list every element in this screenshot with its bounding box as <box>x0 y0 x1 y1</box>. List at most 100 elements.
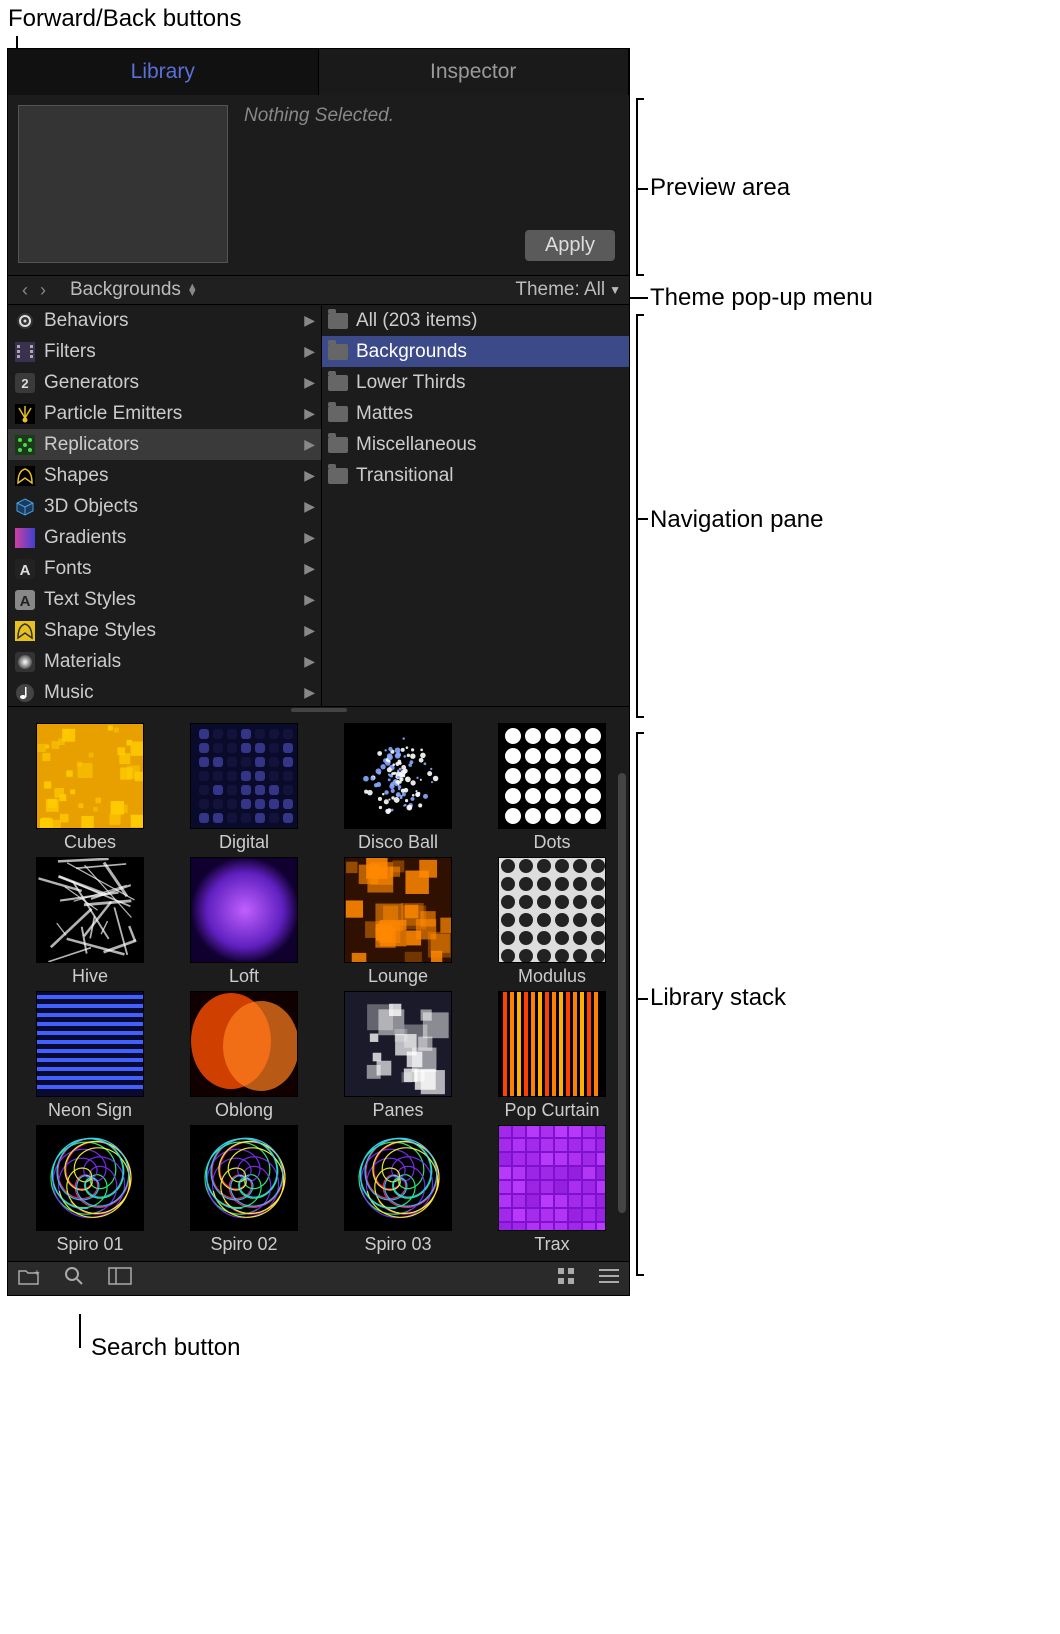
subcategory-item[interactable]: Lower Thirds <box>322 367 629 398</box>
library-item[interactable]: Neon Sign <box>16 991 164 1121</box>
category-item[interactable]: 2 Generators ▶ <box>8 367 321 398</box>
folder-icon <box>328 406 348 422</box>
subcategory-item[interactable]: Mattes <box>322 398 629 429</box>
callout-theme-popup: Theme pop-up menu <box>650 284 873 312</box>
category-item[interactable]: Filters ▶ <box>8 336 321 367</box>
library-item[interactable]: Disco Ball <box>324 723 472 853</box>
library-item[interactable]: Spiro 02 <box>170 1125 318 1255</box>
chevron-right-icon: ▶ <box>304 498 315 515</box>
thumbnail-label: Trax <box>534 1234 569 1255</box>
library-item[interactable]: Lounge <box>324 857 472 987</box>
library-item[interactable]: Oblong <box>170 991 318 1121</box>
thumbnail <box>190 857 298 963</box>
svg-text:A: A <box>20 593 31 610</box>
svg-text:+: + <box>34 1268 40 1279</box>
category-column[interactable]: Behaviors ▶ Filters ▶2 Generators ▶ Part… <box>8 305 321 706</box>
thumbnail <box>190 723 298 829</box>
thumbnail <box>498 857 606 963</box>
thumbnail <box>36 991 144 1097</box>
category-label: Music <box>44 682 94 704</box>
thumbnail <box>36 857 144 963</box>
tab-inspector[interactable]: Inspector <box>319 49 630 95</box>
thumbnail-label: Cubes <box>64 832 116 853</box>
library-panel: Library Inspector Nothing Selected. Appl… <box>7 48 630 1296</box>
library-item[interactable]: Digital <box>170 723 318 853</box>
thumbnail <box>498 991 606 1097</box>
category-item[interactable]: Shape Styles ▶ <box>8 615 321 646</box>
subcategory-item[interactable]: Transitional <box>322 460 629 491</box>
callout-line <box>636 274 644 276</box>
navigation-pane: Behaviors ▶ Filters ▶2 Generators ▶ Part… <box>8 305 629 707</box>
search-icon[interactable] <box>64 1266 84 1292</box>
category-item[interactable]: Gradients ▶ <box>8 522 321 553</box>
theme-popup-menu[interactable]: Theme: All ▼ <box>515 279 621 301</box>
list-view-icon[interactable] <box>599 1267 619 1290</box>
forward-button[interactable]: › <box>34 280 52 301</box>
chevron-down-icon: ▼ <box>609 283 621 297</box>
thumbnail <box>344 857 452 963</box>
callout-line <box>636 314 644 316</box>
subcategory-label: Backgrounds <box>356 341 467 363</box>
library-item[interactable]: Dots <box>478 723 626 853</box>
thumbnail-label: Digital <box>219 832 269 853</box>
library-item[interactable]: Loft <box>170 857 318 987</box>
badge2-icon: 2 <box>14 372 36 394</box>
chevron-right-icon: ▶ <box>304 405 315 422</box>
callout-preview-area: Preview area <box>650 174 790 202</box>
subcategory-item[interactable]: Backgrounds <box>322 336 629 367</box>
category-item[interactable]: Replicators ▶ <box>8 429 321 460</box>
callout-line <box>636 518 648 520</box>
callout-forward-back: Forward/Back buttons <box>8 5 241 33</box>
subcategory-item[interactable]: All (203 items) <box>322 305 629 336</box>
chevron-right-icon: ▶ <box>304 622 315 639</box>
subcategory-column[interactable]: All (203 items) Backgrounds Lower Thirds… <box>321 305 629 706</box>
breadcrumb[interactable]: Backgrounds ▲▼ <box>70 279 198 301</box>
category-item[interactable]: A Text Styles ▶ <box>8 584 321 615</box>
library-item[interactable]: Panes <box>324 991 472 1121</box>
category-label: Behaviors <box>44 310 129 332</box>
callout-line <box>636 998 648 1000</box>
chevron-right-icon: ▶ <box>304 653 315 670</box>
callout-library-stack: Library stack <box>650 984 786 1012</box>
category-label: Particle Emitters <box>44 403 182 425</box>
apply-button[interactable]: Apply <box>525 230 615 261</box>
preview-area: Nothing Selected. Apply <box>8 95 629 275</box>
dots-icon <box>14 434 36 456</box>
category-item[interactable]: 3D Objects ▶ <box>8 491 321 522</box>
gear-icon <box>14 310 36 332</box>
category-item[interactable]: Shapes ▶ <box>8 460 321 491</box>
category-label: Shapes <box>44 465 108 487</box>
category-label: Materials <box>44 651 121 673</box>
category-item[interactable]: Music ▶ <box>8 677 321 706</box>
library-stack[interactable]: Cubes Digital Disco Ball Dots Hive Loft … <box>8 713 629 1261</box>
tab-library[interactable]: Library <box>8 49 319 95</box>
emitter-icon <box>14 403 36 425</box>
category-item[interactable]: Particle Emitters ▶ <box>8 398 321 429</box>
library-item[interactable]: Hive <box>16 857 164 987</box>
back-button[interactable]: ‹ <box>16 280 34 301</box>
category-item[interactable]: Materials ▶ <box>8 646 321 677</box>
thumbnail <box>498 723 606 829</box>
callout-nav-pane: Navigation pane <box>650 506 823 534</box>
thumbnail <box>344 723 452 829</box>
category-item[interactable]: A Fonts ▶ <box>8 553 321 584</box>
note-icon <box>14 682 36 704</box>
library-item[interactable]: Pop Curtain <box>478 991 626 1121</box>
grid-view-icon[interactable] <box>557 1267 575 1291</box>
library-item[interactable]: Cubes <box>16 723 164 853</box>
folder-icon <box>328 468 348 484</box>
library-item[interactable]: Trax <box>478 1125 626 1255</box>
new-folder-icon[interactable]: + <box>18 1267 40 1291</box>
callout-line <box>636 98 638 276</box>
library-item[interactable]: Spiro 01 <box>16 1125 164 1255</box>
library-item[interactable]: Spiro 03 <box>324 1125 472 1255</box>
callout-line <box>636 732 644 734</box>
sidebar-icon[interactable] <box>108 1267 132 1291</box>
subcategory-item[interactable]: Miscellaneous <box>322 429 629 460</box>
thumbnail <box>344 991 452 1097</box>
nav-bar: ‹ › Backgrounds ▲▼ Theme: All ▼ <box>8 275 629 305</box>
scrollbar[interactable] <box>618 773 626 1213</box>
library-item[interactable]: Modulus <box>478 857 626 987</box>
chevron-right-icon: ▶ <box>304 529 315 546</box>
category-item[interactable]: Behaviors ▶ <box>8 305 321 336</box>
